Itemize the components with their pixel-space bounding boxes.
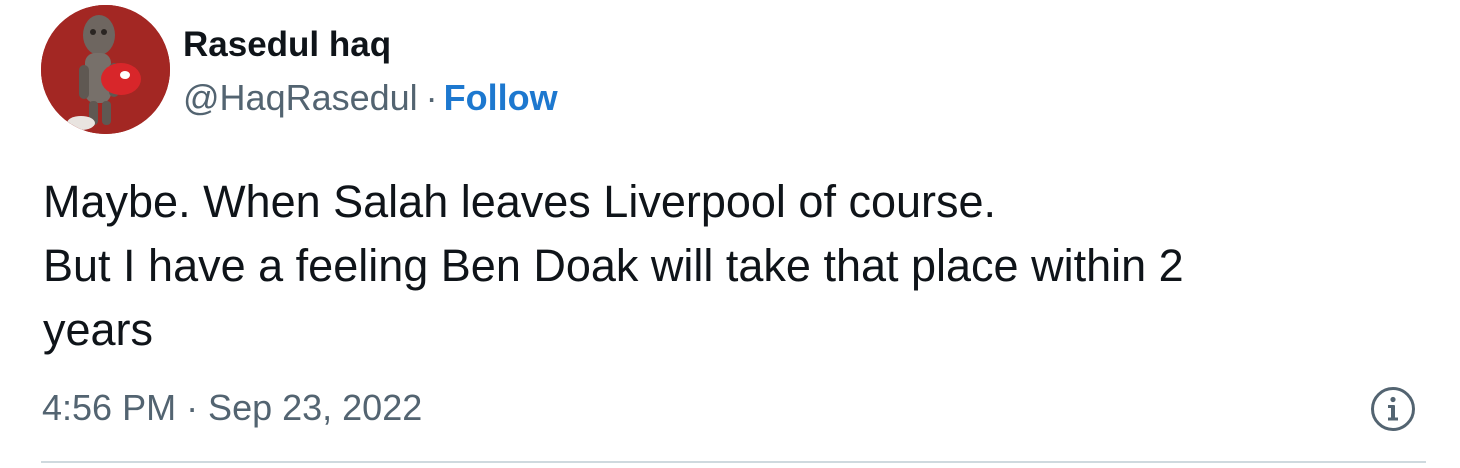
tweet-timestamp[interactable]: 4:56 PM · Sep 23, 2022 — [42, 386, 422, 430]
tweet-text-line: But I have a feeling Ben Doak will take … — [43, 240, 1184, 291]
tweet-text-line: Maybe. When Salah leaves Liverpool of co… — [43, 176, 997, 227]
tweet-text: Maybe. When Salah leaves Liverpool of co… — [43, 170, 1433, 362]
separator-dot: · — [425, 77, 438, 118]
groot-avatar-icon[interactable] — [41, 5, 170, 134]
info-icon[interactable] — [1369, 385, 1417, 433]
tweet-card: Rasedul haq @HaqRasedul · Follow Maybe. Wh… — [0, 0, 1460, 468]
author-handle[interactable]: @HaqRasedul — [183, 77, 418, 118]
follow-button[interactable]: Follow — [444, 77, 558, 118]
divider — [41, 461, 1426, 463]
author-display-name[interactable]: Rasedul haq — [183, 24, 391, 66]
author-handle-row: @HaqRasedul · Follow — [183, 76, 558, 120]
tweet-text-line: years — [43, 304, 154, 355]
